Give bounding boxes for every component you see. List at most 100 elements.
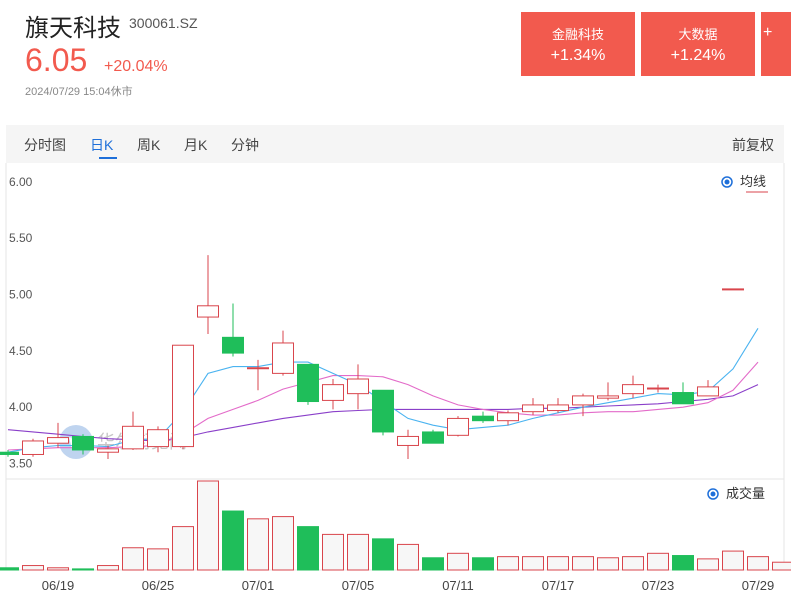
volume-bar (472, 557, 494, 571)
volume-bar (322, 533, 344, 571)
stock-change-pct: +20.04% (104, 58, 168, 75)
candle-body (547, 404, 569, 412)
candle (372, 389, 394, 436)
price-tick-label: 5.00 (9, 288, 33, 302)
volume-bar (222, 510, 244, 571)
legend-volume[interactable]: 成交量 (707, 486, 765, 502)
tab-intraday[interactable]: 分时图 (24, 135, 66, 155)
volume-bar (672, 555, 694, 571)
candle (622, 375, 644, 399)
volume-bar (397, 543, 419, 571)
candle-body (522, 404, 544, 413)
candle (297, 363, 319, 405)
volume-bar (22, 565, 44, 571)
sector-name: 大数据 (678, 27, 718, 42)
forward-adjust-button[interactable]: 前复权 (732, 135, 774, 155)
date-tick-label: 07/23 (642, 578, 675, 593)
candle-body (647, 387, 669, 390)
price-axis: 6.00 5.50 5.00 4.50 4.00 3.50 (9, 175, 33, 471)
stock-price: 6.05 (25, 42, 88, 78)
candle (347, 364, 369, 410)
candle (322, 379, 344, 410)
candlesticks (0, 255, 744, 459)
candle-body (422, 431, 444, 444)
candle (722, 288, 744, 291)
date-tick-label: 06/19 (42, 578, 75, 593)
volume-bar (197, 480, 219, 571)
candle-body (397, 435, 419, 446)
stock-name: 旗天科技 (25, 15, 121, 42)
candle-body (0, 451, 19, 455)
volume-bar (372, 538, 394, 571)
tab-weekly-k[interactable]: 周K (137, 135, 160, 155)
candle-body (22, 440, 44, 455)
legend-ma-label: 均线 (740, 175, 766, 190)
candle-body (372, 389, 394, 433)
candle (472, 411, 494, 423)
volume-bar (597, 557, 619, 571)
candle (197, 255, 219, 334)
candle-body (247, 367, 269, 370)
radio-dot-icon (710, 491, 716, 497)
candle (22, 438, 44, 457)
candle-body (97, 448, 119, 453)
price-tick-label: 5.50 (9, 231, 33, 245)
volume-bar (47, 567, 69, 571)
candle-body (447, 417, 469, 436)
candle-body (297, 363, 319, 403)
candle-body (47, 437, 69, 444)
volume-bar (122, 547, 144, 571)
date-tick-label: 07/17 (542, 578, 575, 593)
sector-card-fintech[interactable]: 金融科技 +1.34% (521, 12, 635, 76)
volume-bar (697, 558, 719, 571)
radio-dot-icon (724, 179, 730, 185)
candle-body (722, 288, 744, 291)
volume-bars (0, 480, 791, 571)
candle (522, 398, 544, 416)
candle-body (572, 395, 594, 406)
legend-volume-label: 成交量 (726, 486, 765, 502)
sector-card-partial[interactable]: + (761, 12, 791, 76)
candle-body (72, 435, 94, 451)
tab-daily-k[interactable]: 日K (90, 135, 113, 155)
sector-name: 金融科技 (551, 27, 604, 42)
candle (222, 303, 244, 357)
candle-body (172, 344, 194, 448)
kline-chart[interactable]: 6.005.505.004.504.003.50 W 华尔街见闻 06/1906… (0, 163, 791, 602)
volume-bar (447, 552, 469, 571)
price-tick-label: 4.50 (9, 344, 33, 358)
date-tick-label: 07/05 (342, 578, 375, 593)
volume-bar (647, 552, 669, 571)
sector-card-bigdata[interactable]: 大数据 +1.24% (641, 12, 755, 76)
candle-body (272, 342, 294, 374)
active-tab-indicator (99, 157, 117, 159)
candle (122, 411, 144, 450)
date-tick-label: 07/29 (742, 578, 775, 593)
tab-minute[interactable]: 分钟 (231, 135, 259, 155)
candle-body (697, 386, 719, 397)
date-tick-label: 07/11 (442, 578, 474, 593)
candle (672, 382, 694, 405)
price-tick-label: 3.50 (9, 456, 33, 470)
chart-grid (5, 163, 785, 571)
candle-body (622, 384, 644, 395)
volume-bar (547, 556, 569, 571)
volume-bar (572, 556, 594, 571)
candle-body (222, 336, 244, 354)
candle (247, 359, 269, 391)
sector-change: +1.34% (550, 47, 606, 64)
chart-tab-bar: 分时图 日K 周K 月K 分钟 前复权 (6, 125, 784, 163)
legend-ma[interactable]: 均线 (721, 175, 768, 193)
candle (547, 398, 569, 413)
date-axis: 06/19 06/25 07/01 07/05 07/11 07/17 07/23 07/29 (42, 578, 775, 593)
price-tick-label: 6.00 (9, 175, 33, 189)
tab-monthly-k[interactable]: 月K (184, 135, 207, 155)
date-tick-label: 06/25 (142, 578, 175, 593)
volume-bar (422, 557, 444, 571)
stock-code: 300061.SZ (129, 15, 198, 31)
volume-bar (0, 567, 19, 571)
candle-body (147, 429, 169, 448)
trading-status-time: 2024/07/29 15:04休市 (25, 86, 133, 98)
volume-bar (72, 568, 94, 571)
volume-bar (772, 561, 791, 571)
